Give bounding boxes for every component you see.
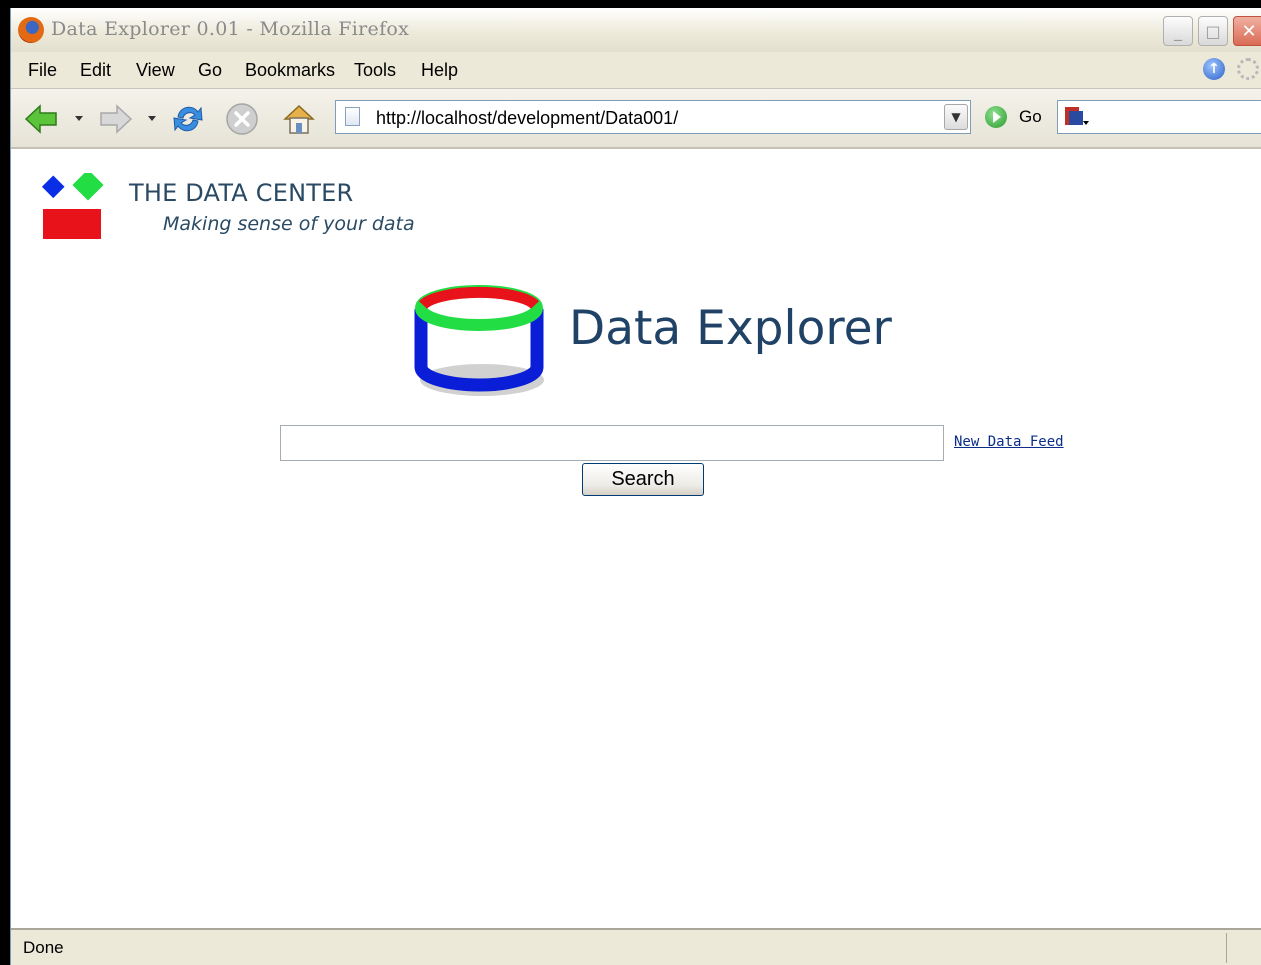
menu-go[interactable]: Go: [198, 60, 222, 81]
go-icon[interactable]: [985, 106, 1007, 128]
url-input[interactable]: [374, 104, 938, 132]
menu-help[interactable]: Help: [421, 60, 458, 81]
search-button[interactable]: Search: [582, 463, 704, 496]
data-center-logo-icon: [41, 173, 104, 239]
back-arrow-icon[interactable]: [23, 101, 59, 137]
throbber-icon: [1237, 58, 1259, 80]
maximize-button[interactable]: □: [1198, 16, 1228, 46]
search-engine-icon[interactable]: [1064, 106, 1090, 128]
minimize-button[interactable]: _: [1163, 16, 1193, 46]
status-bar: Done: [11, 928, 1261, 965]
status-divider: [1226, 933, 1227, 963]
close-icon: ✕: [1241, 20, 1257, 42]
firefox-logo-icon: [18, 17, 44, 43]
navigation-toolbar: ▼ Go: [11, 89, 1261, 149]
url-bar[interactable]: ▼: [335, 100, 971, 134]
status-text: Done: [23, 938, 64, 957]
forward-arrow-icon[interactable]: [98, 101, 134, 137]
go-button-label[interactable]: Go: [1019, 107, 1042, 127]
update-icon[interactable]: [1203, 58, 1225, 80]
home-icon[interactable]: [281, 101, 317, 137]
close-button[interactable]: ✕: [1233, 16, 1261, 46]
brand-subtitle: Making sense of your data: [163, 213, 415, 235]
menu-view[interactable]: View: [136, 60, 175, 81]
maximize-icon: □: [1205, 21, 1221, 41]
menu-bar: File Edit View Go Bookmarks Tools Help: [11, 52, 1261, 89]
browser-window: Data Explorer 0.01 - Mozilla Firefox _ □…: [10, 8, 1261, 965]
page-content: THE DATA CENTER Making sense of your dat…: [11, 149, 1261, 926]
brand-title: THE DATA CENTER: [129, 179, 354, 207]
menu-file[interactable]: File: [28, 60, 57, 81]
search-engine-box[interactable]: [1057, 100, 1261, 134]
stop-icon[interactable]: [224, 101, 260, 137]
app-title: Data Explorer: [569, 301, 892, 356]
new-data-feed-link[interactable]: New Data Feed: [954, 434, 1064, 450]
reload-icon[interactable]: [170, 101, 206, 137]
title-bar: Data Explorer 0.01 - Mozilla Firefox _ □…: [11, 8, 1261, 53]
search-input[interactable]: [280, 425, 944, 461]
back-history-dropdown-icon[interactable]: [75, 116, 83, 121]
menu-bookmarks[interactable]: Bookmarks: [245, 60, 335, 81]
url-history-dropdown[interactable]: ▼: [944, 104, 968, 130]
menu-edit[interactable]: Edit: [80, 60, 111, 81]
page-icon: [345, 107, 360, 126]
menu-tools[interactable]: Tools: [354, 60, 396, 81]
window-title: Data Explorer 0.01 - Mozilla Firefox: [51, 18, 410, 40]
minimize-icon: _: [1174, 21, 1182, 41]
database-logo-icon: [414, 285, 544, 396]
forward-history-dropdown-icon[interactable]: [148, 116, 156, 121]
